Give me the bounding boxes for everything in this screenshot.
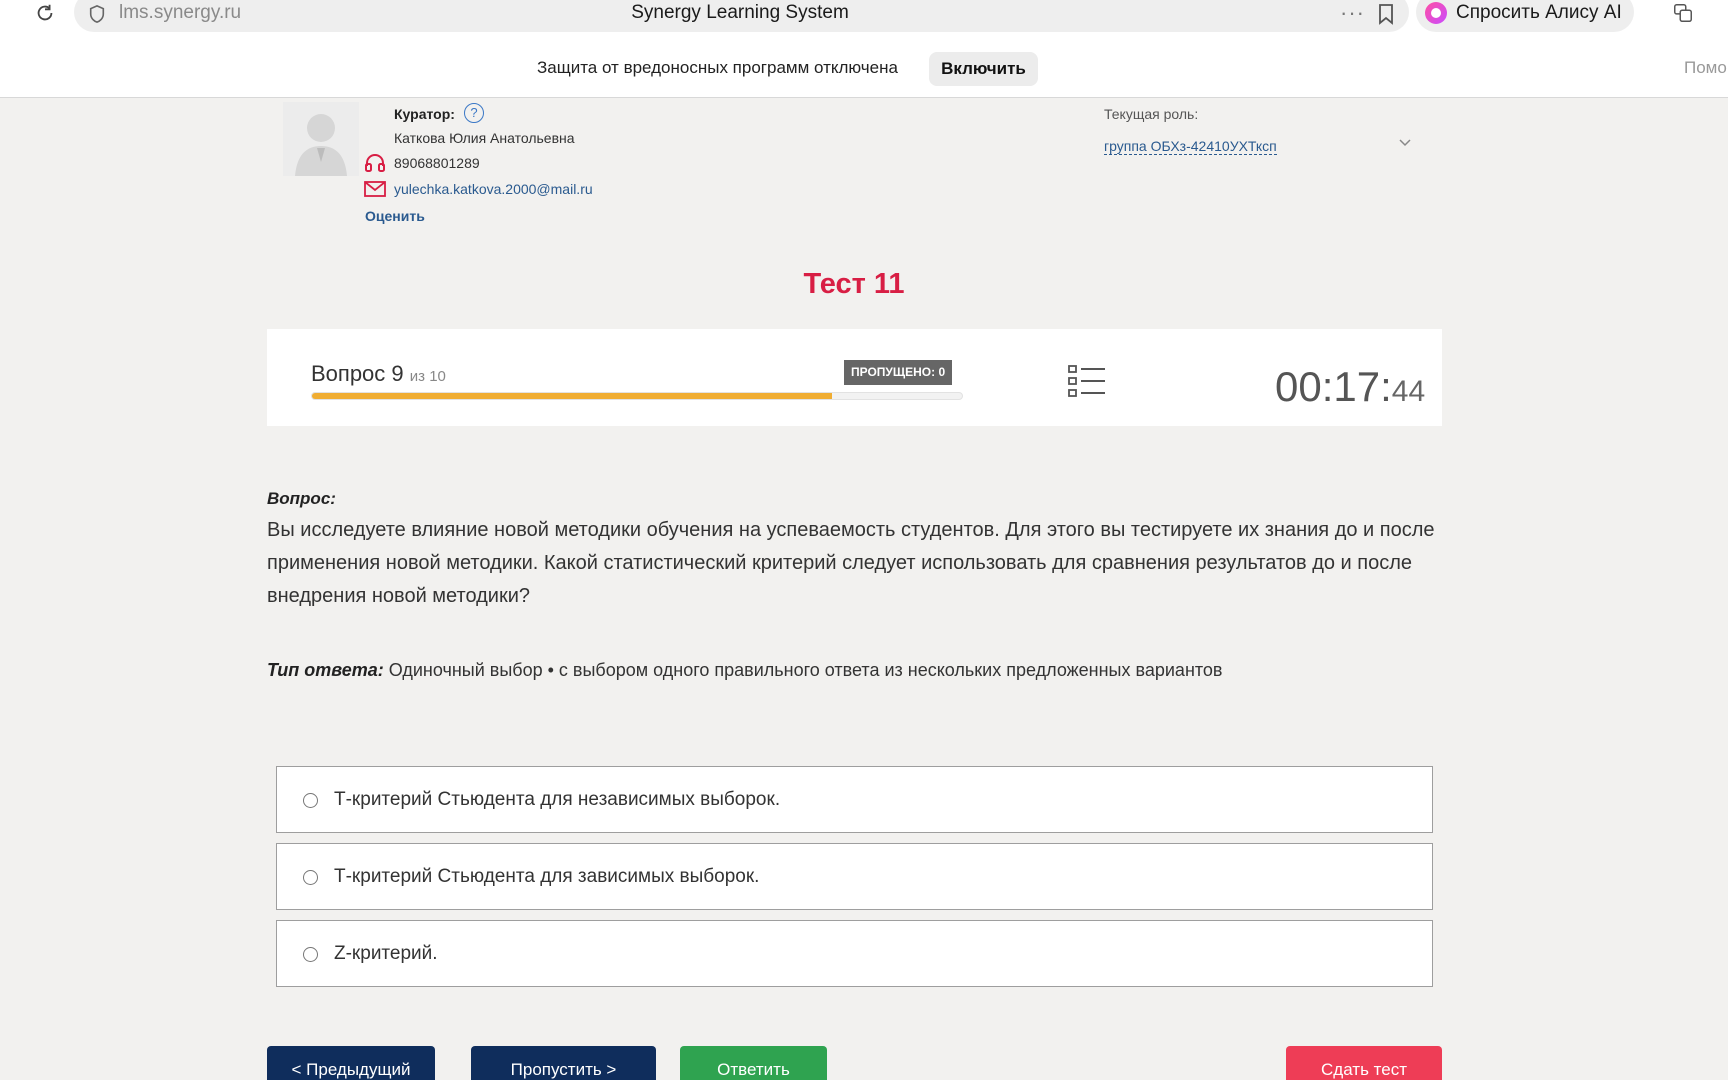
submit-test-button[interactable]: Сдать тест — [1286, 1046, 1442, 1080]
question-list-icon[interactable] — [1068, 364, 1106, 398]
page-title: Synergy Learning System — [631, 2, 849, 23]
timer: 00:17:44 — [1275, 363, 1425, 411]
browser-chrome: lms.synergy.ru Synergy Learning System ·… — [0, 0, 1728, 98]
answer-type-label: Тип ответа: — [267, 660, 384, 680]
chevron-down-icon[interactable] — [1397, 134, 1413, 150]
timer-seconds: 44 — [1391, 375, 1426, 408]
help-icon[interactable]: ? — [464, 103, 484, 123]
skipped-badge: ПРОПУЩЕНО: 0 — [844, 360, 953, 385]
protection-bar: Защита от вредоносных программ отключена… — [0, 46, 1728, 86]
answer-option-label: Т-критерий Стьюдента для зависимых выбор… — [334, 866, 760, 887]
radio-button[interactable] — [303, 870, 318, 885]
question-total: из 10 — [409, 368, 446, 385]
role-label: Текущая роль: — [1104, 106, 1199, 122]
answer-button[interactable]: Ответить — [680, 1046, 827, 1080]
url-text[interactable]: lms.synergy.ru — [119, 2, 241, 24]
question-heading: Вопрос: — [267, 489, 336, 508]
question-text: Вы исследуете влияние новой методики обу… — [267, 519, 1435, 607]
curator-label: Куратор: — [394, 106, 455, 122]
curator-avatar — [283, 102, 359, 176]
curator-name: Каткова Юлия Анатольевна — [394, 130, 575, 146]
protection-text: Защита от вредоносных программ отключена — [537, 58, 898, 77]
answer-option[interactable]: Z-критерий. — [276, 920, 1433, 987]
mail-icon — [364, 181, 386, 197]
progress-fill — [312, 393, 832, 399]
help-link[interactable]: Помо — [1684, 58, 1727, 78]
skip-button[interactable]: Пропустить > — [471, 1046, 656, 1080]
radio-button[interactable] — [303, 947, 318, 962]
curator-email-link[interactable]: yulechka.katkova.2000@mail.ru — [394, 181, 593, 197]
previous-button[interactable]: < Предыдущий — [267, 1046, 435, 1080]
answer-option-label: Т-критерий Стьюдента для независимых выб… — [334, 789, 781, 810]
question-number: Вопрос 9 — [311, 361, 404, 386]
test-title: Тест 11 — [803, 268, 905, 300]
progress-bar — [311, 392, 963, 400]
headset-icon — [365, 154, 385, 172]
more-icon[interactable]: ··· — [1340, 0, 1365, 26]
answer-type-value: Одиночный выбор • с выбором одного прави… — [383, 660, 1223, 680]
answer-option[interactable]: Т-критерий Стьюдента для зависимых выбор… — [276, 843, 1433, 910]
shield-icon[interactable] — [88, 4, 106, 24]
role-selector[interactable]: группа ОБХз-42410УХТксп — [1104, 138, 1277, 155]
user-silhouette-icon — [295, 114, 347, 176]
rate-curator-link[interactable]: Оценить — [365, 208, 425, 224]
answer-option[interactable]: Т-критерий Стьюдента для независимых выб… — [276, 766, 1433, 833]
progress-panel: Вопрос 9 из 10 ПРОПУЩЕНО: 0 00:17:44 — [267, 329, 1442, 426]
radio-button[interactable] — [303, 793, 318, 808]
extensions-icon[interactable] — [1672, 2, 1694, 24]
curator-phone: 89068801289 — [394, 155, 480, 171]
enable-protection-button[interactable]: Включить — [929, 52, 1038, 86]
answer-option-label: Z-критерий. — [334, 943, 438, 964]
browser-toolbar: lms.synergy.ru Synergy Learning System ·… — [0, 0, 1728, 32]
alice-icon — [1425, 2, 1447, 24]
alice-label[interactable]: Спросить Алису AI — [1456, 2, 1622, 24]
question-counter: Вопрос 9 из 10 — [311, 361, 446, 387]
reload-icon[interactable] — [34, 2, 56, 24]
answer-type: Тип ответа: Одиночный выбор • с выбором … — [267, 660, 1223, 681]
bookmark-icon[interactable] — [1377, 3, 1395, 25]
timer-main: 00:17: — [1275, 363, 1392, 410]
